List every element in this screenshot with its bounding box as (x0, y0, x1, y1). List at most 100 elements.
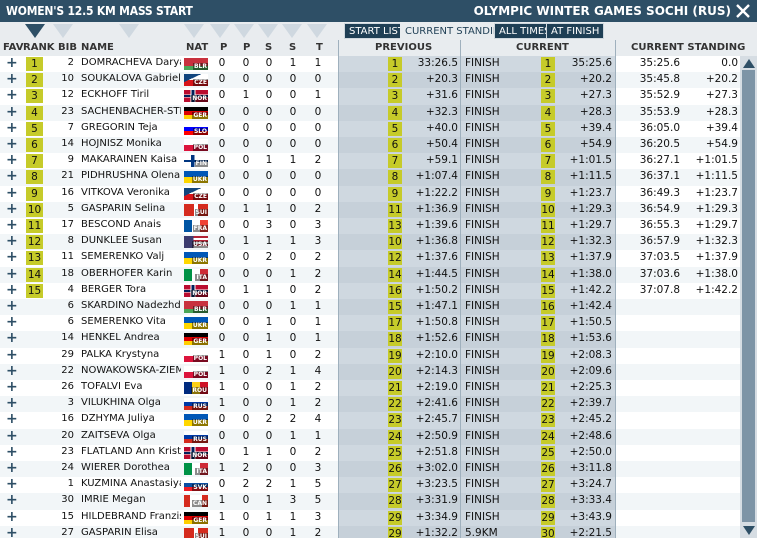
athlete-name[interactable]: SEMERENKO Vita (81, 316, 181, 327)
table-row[interactable]: +1 2 DOMRACHEVA Darya BLR 0 0 0 1 1 1 33:26.5 FINIS… (0, 56, 740, 73)
table-row[interactable]: +20 ZAITSEVA Olga RUS 0 0 0 1 1 24 +2:50.9 FINISH 2… (0, 428, 740, 445)
table-row[interactable]: +13 11 SEMERENKO Valj UKR 0 0 2 0 2 12 +1:37.6 FINI… (0, 250, 740, 267)
header-nat[interactable]: NAT (186, 42, 208, 53)
table-row[interactable]: +8 21 PIDHRUSHNA Olena UKR 0 0 0 0 0 8 +1:07.4 FINI… (0, 169, 740, 186)
athlete-name[interactable]: HENKEL Andrea (81, 332, 181, 343)
favorite-add-icon[interactable]: + (6, 430, 18, 442)
table-row[interactable]: +3 VILUKHINA Olga RUS 1 0 0 1 2 22 +2:41.6 FINISH 2… (0, 396, 740, 413)
favorite-add-icon[interactable]: + (6, 138, 18, 150)
table-row[interactable]: +7 9 MAKARAINEN Kaisa FIN 0 0 1 1 2 7 +59.1 FINISH 7… (0, 153, 740, 170)
table-row[interactable]: +2 10 SOUKALOVA Gabriela CZE 0 0 0 0 0 2 +20.3 FINI… (0, 72, 740, 89)
table-row[interactable]: +26 TOFALVI Eva ROU 1 0 0 1 2 21 +2:19.0 FINISH 21 +… (0, 380, 740, 397)
at-finish-button[interactable]: AT FINISH (546, 23, 605, 39)
favorite-add-icon[interactable]: + (6, 284, 18, 296)
athlete-name[interactable]: MAKARAINEN Kaisa (81, 154, 181, 165)
header-s2[interactable]: S (289, 42, 296, 53)
sort-s2-icon[interactable] (282, 24, 302, 38)
close-icon[interactable] (733, 1, 753, 21)
favorite-add-icon[interactable]: + (6, 154, 18, 166)
athlete-name[interactable]: GASPARIN Selina (81, 203, 181, 214)
favorite-add-icon[interactable]: + (6, 187, 18, 199)
favorite-add-icon[interactable]: + (6, 527, 18, 538)
header-s1[interactable]: S (265, 42, 272, 53)
athlete-name[interactable]: WIERER Dorothea (81, 462, 181, 473)
athlete-name[interactable]: IMRIE Megan (81, 494, 181, 505)
favorite-add-icon[interactable]: + (6, 381, 18, 393)
table-row[interactable]: +24 WIERER Dorothea ITA 1 2 0 0 3 26 +3:02.0 FINIS… (0, 461, 740, 478)
athlete-name[interactable]: BESCOND Anais (81, 219, 181, 230)
favorite-add-icon[interactable]: + (6, 462, 18, 474)
table-row[interactable]: +4 23 SACHENBACHER-STEHLEGER 0 0 0 0 0 4 +32.3 FIN… (0, 104, 740, 121)
table-row[interactable]: +6 SEMERENKO Vita UKR 0 0 1 0 1 17 +1:50.8 FINISH 1… (0, 315, 740, 332)
athlete-name[interactable]: VITKOVA Veronika (81, 187, 181, 198)
favorite-add-icon[interactable]: + (6, 446, 18, 458)
table-row[interactable]: +23 FLATLAND Ann Kristin NOR 0 1 1 0 2 25 +2:51.8… (0, 444, 740, 461)
header-p1[interactable]: P (220, 42, 227, 53)
favorite-add-icon[interactable]: + (6, 494, 18, 506)
favorite-add-icon[interactable]: + (6, 203, 18, 215)
header-rank[interactable]: RANK (23, 42, 55, 53)
athlete-name[interactable]: VILUKHINA Olga (81, 397, 181, 408)
athlete-name[interactable]: DOMRACHEVA Darya (81, 57, 181, 68)
scroll-down-icon[interactable] (743, 526, 755, 535)
table-row[interactable]: +14 HENKEL Andrea GER 0 0 1 0 1 18 +1:52.6 FINISH 1… (0, 331, 740, 348)
table-row[interactable]: +5 7 GREGORIN Teja SLO 0 0 0 0 0 5 +40.0 FINISH 5 +39… (0, 120, 740, 137)
table-row[interactable]: +29 PALKA Krystyna POL 1 0 1 0 2 19 +2:10.0 FINISH… (0, 347, 740, 364)
athlete-name[interactable]: SOUKALOVA Gabriela (81, 73, 181, 84)
athlete-name[interactable]: KUZMINA Anastasiya (81, 478, 181, 489)
table-row[interactable]: +12 8 DUNKLEE Susan USA 0 1 1 1 3 10 +1:36.8 FINISH… (0, 234, 740, 251)
favorite-add-icon[interactable]: + (6, 57, 18, 69)
table-row[interactable]: +16 DZHYMA Juliya UKR 0 0 2 2 4 23 +2:45.7 FINISH 2… (0, 412, 740, 429)
table-row[interactable]: +6 SKARDINO Nadezhda BLR 0 0 0 1 1 15 +1:47.1 FINI… (0, 299, 740, 316)
sort-rank-icon[interactable] (25, 24, 45, 38)
table-row[interactable]: +14 18 OBERHOFER Karin ITA 0 0 0 1 2 14 +1:44.5 FIN… (0, 266, 740, 283)
athlete-name[interactable]: BERGER Tora (81, 284, 181, 295)
favorite-add-icon[interactable]: + (6, 170, 18, 182)
table-row[interactable]: +9 16 VITKOVA Veronika CZE 0 0 0 0 0 9 +1:22.2 FINI… (0, 185, 740, 202)
favorite-add-icon[interactable]: + (6, 300, 18, 312)
favorite-add-icon[interactable]: + (6, 219, 18, 231)
athlete-name[interactable]: SEMERENKO Valj (81, 251, 181, 262)
favorite-add-icon[interactable]: + (6, 73, 18, 85)
sort-p2-icon[interactable] (234, 24, 254, 38)
header-name[interactable]: NAME (81, 42, 114, 53)
athlete-name[interactable]: DZHYMA Juliya (81, 413, 181, 424)
header-fav[interactable]: FAV (3, 42, 23, 53)
athlete-name[interactable]: ZAITSEVA Olga (81, 430, 181, 441)
favorite-add-icon[interactable]: + (6, 251, 18, 263)
header-p2[interactable]: P (243, 42, 250, 53)
athlete-name[interactable]: GREGORIN Teja (81, 122, 181, 133)
favorite-add-icon[interactable]: + (6, 365, 18, 377)
athlete-name[interactable]: SACHENBACHER-STEHLE (81, 106, 181, 117)
athlete-name[interactable]: DUNKLEE Susan (81, 235, 181, 246)
favorite-add-icon[interactable]: + (6, 89, 18, 101)
table-row[interactable]: +27 GASPARIN Elisa SUI 1 0 0 1 2 29 +1:32.2 5.9KM 3… (0, 525, 740, 538)
favorite-add-icon[interactable]: + (6, 349, 18, 361)
favorite-add-icon[interactable]: + (6, 106, 18, 118)
athlete-name[interactable]: ECKHOFF Tiril (81, 89, 181, 100)
sort-bib-icon[interactable] (53, 24, 73, 38)
table-row[interactable]: +6 14 HOJNISZ Monika POL 0 0 0 0 0 6 +50.4 FINISH 6 +… (0, 137, 740, 154)
scroll-thumb[interactable] (742, 70, 755, 522)
athlete-name[interactable]: OBERHOFER Karin (81, 268, 181, 279)
table-row[interactable]: +3 12 ECKHOFF Tiril NOR 0 1 0 0 1 3 +31.6 FINISH 3 +2… (0, 88, 740, 105)
table-row[interactable]: +15 HILDEBRAND FranziskaGER 1 0 1 1 3 29 +3:34.9… (0, 509, 740, 526)
scroll-up-icon[interactable] (743, 59, 755, 68)
athlete-name[interactable]: FLATLAND Ann Kristin (81, 446, 181, 457)
favorite-add-icon[interactable]: + (6, 413, 18, 425)
favorite-add-icon[interactable]: + (6, 397, 18, 409)
vertical-scrollbar[interactable] (740, 56, 757, 538)
sort-s1-icon[interactable] (258, 24, 278, 38)
table-row[interactable]: +10 5 GASPARIN Selina SUI 0 1 1 0 2 11 +1:36.9 FINI… (0, 201, 740, 218)
sort-t-icon[interactable] (307, 24, 327, 38)
table-row[interactable]: +22 NOWAKOWSKA-ZIEMNIAKPOL 1 0 2 1 4 20 +2:14.3 F… (0, 363, 740, 380)
table-row[interactable]: +1 KUZMINA Anastasiya SVK 0 2 2 1 5 27 +3:23.5 FIN… (0, 477, 740, 494)
favorite-add-icon[interactable]: + (6, 268, 18, 280)
favorite-add-icon[interactable]: + (6, 316, 18, 328)
favorite-add-icon[interactable]: + (6, 235, 18, 247)
favorite-add-icon[interactable]: + (6, 478, 18, 490)
favorite-add-icon[interactable]: + (6, 332, 18, 344)
table-row[interactable]: +30 IMRIE Megan CAN 1 0 1 3 5 28 +3:31.9 FINISH 28 +… (0, 493, 740, 510)
athlete-name[interactable]: NOWAKOWSKA-ZIEMNIAK (81, 365, 181, 376)
sort-name-icon[interactable] (119, 24, 139, 38)
